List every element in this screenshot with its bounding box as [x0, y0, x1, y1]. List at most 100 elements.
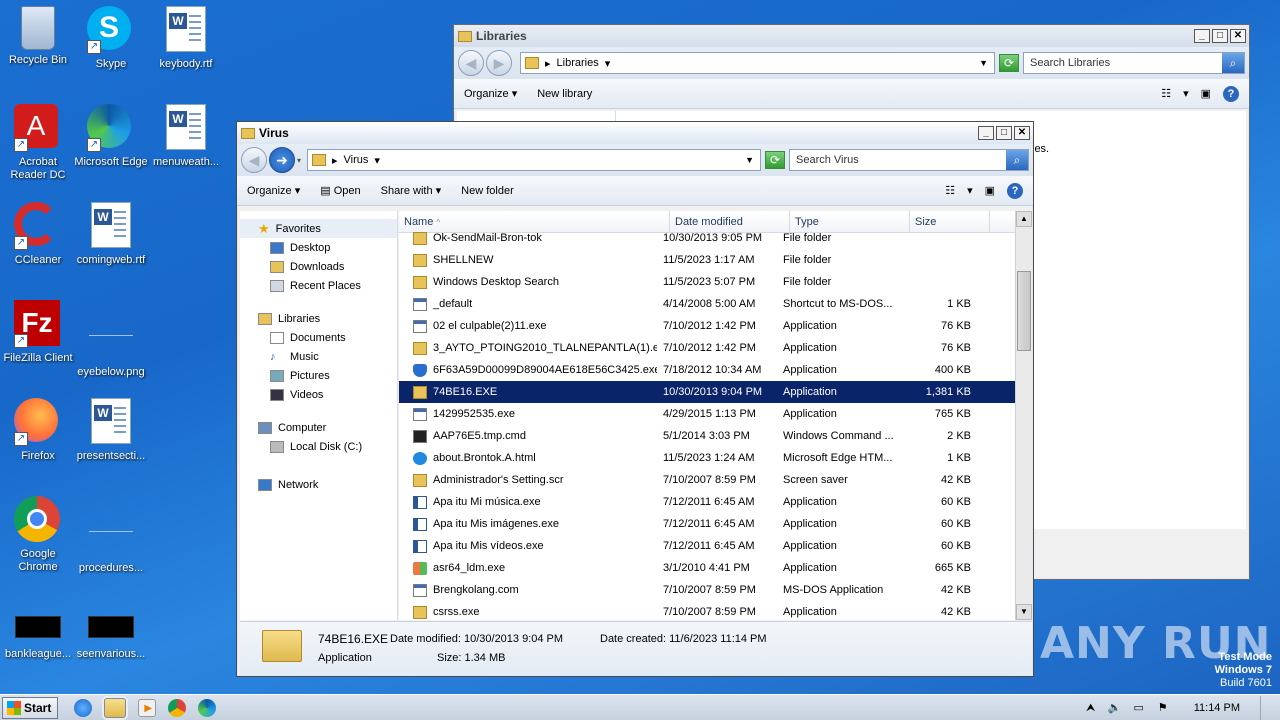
back-button[interactable]: ◀: [241, 147, 267, 173]
address-bar[interactable]: ▸ Libraries ▾ ▼: [520, 52, 995, 74]
close-button[interactable]: ✕: [1230, 29, 1246, 43]
file-row[interactable]: 6F63A59D00099D89004AE618E56C3425.exe 7/18…: [399, 359, 1015, 381]
file-row[interactable]: 02 el culpable(2)11.exe 7/10/2012 1:42 PM…: [399, 315, 1015, 337]
refresh-button[interactable]: ⟳: [765, 151, 785, 169]
scroll-thumb[interactable]: [1017, 271, 1031, 351]
keybody-rtf-shortcut[interactable]: W keybody.rtf: [148, 6, 224, 71]
nav-favorites[interactable]: ★ Favorites: [240, 219, 397, 238]
help-icon[interactable]: ?: [1007, 182, 1023, 199]
procedures-shortcut[interactable]: procedures...: [73, 496, 149, 575]
nav-downloads[interactable]: Downloads: [240, 257, 397, 276]
file-list[interactable]: Name ^ Date modified Type Size Ok-SendMa…: [399, 211, 1015, 620]
new-library-button[interactable]: New library: [537, 88, 592, 100]
nav-videos[interactable]: Videos: [240, 385, 397, 404]
scroll-down-icon[interactable]: ▼: [1016, 604, 1032, 620]
forward-button[interactable]: ➜: [269, 147, 295, 173]
view-options-icon[interactable]: ☷: [945, 184, 955, 197]
address-dropdown-icon[interactable]: ▼: [745, 155, 754, 165]
back-button[interactable]: ◀: [458, 50, 484, 76]
organize-button[interactable]: Organize ▾: [464, 87, 517, 100]
show-desktop-button[interactable]: [1260, 695, 1274, 720]
view-options-icon[interactable]: ☷: [1161, 87, 1171, 100]
nav-local-disk[interactable]: Local Disk (C:): [240, 437, 397, 456]
chevron-down-icon[interactable]: ▾: [967, 184, 973, 197]
nav-network[interactable]: Network: [240, 475, 397, 494]
file-row[interactable]: AAP76E5.tmp.cmd 5/1/2014 3:03 PM Windows C…: [399, 425, 1015, 447]
file-row[interactable]: Administrador's Setting.scr 7/10/2007 8:5…: [399, 469, 1015, 491]
file-row[interactable]: about.Brontok.A.html 11/5/2023 1:24 AM Mic…: [399, 447, 1015, 469]
share-with-button[interactable]: Share with ▾: [381, 184, 442, 197]
action-center-flag-icon[interactable]: ⚑: [1156, 701, 1170, 715]
nav-computer[interactable]: Computer: [240, 418, 397, 437]
network-icon[interactable]: ▭: [1132, 701, 1146, 715]
open-button[interactable]: ▤ Open: [320, 184, 360, 197]
file-row[interactable]: 3_AYTO_PTOING2010_TLALNEPANTLA(1).exe 7/1…: [399, 337, 1015, 359]
bankleague-shortcut[interactable]: bankleague...: [0, 604, 76, 661]
address-dropdown-icon[interactable]: ▼: [979, 58, 988, 68]
virus-window[interactable]: Virus _ □ ✕ ◀ ➜ ▾ ▸ Virus ▾ ▼ ⟳ Search V…: [236, 121, 1034, 677]
chrome-icon[interactable]: [168, 698, 187, 717]
help-icon[interactable]: ?: [1223, 85, 1239, 102]
chevron-down-icon[interactable]: ▾: [1183, 87, 1189, 100]
nav-recent-places[interactable]: Recent Places: [240, 276, 397, 295]
recent-pages-icon[interactable]: ▾: [297, 156, 301, 165]
file-row[interactable]: 1429952535.exe 4/29/2015 1:13 PM Applicati…: [399, 403, 1015, 425]
forward-button[interactable]: ▶: [486, 50, 512, 76]
firefox-shortcut[interactable]: ↗ Firefox: [0, 398, 76, 463]
file-row[interactable]: Ok-SendMail-Bron-tok 10/30/2013 9:05 PM Fi…: [399, 227, 1015, 249]
show-hidden-icons-icon[interactable]: ⮝: [1084, 701, 1098, 715]
menuweath-shortcut[interactable]: W menuweath...: [148, 104, 224, 169]
close-button[interactable]: ✕: [1014, 126, 1030, 140]
presentsecti-shortcut[interactable]: W presentsecti...: [73, 398, 149, 463]
vertical-scrollbar[interactable]: ▲ ▼: [1015, 211, 1032, 620]
maximize-button[interactable]: □: [996, 126, 1012, 140]
file-row[interactable]: asr64_ldm.exe 3/1/2010 4:41 PM Application…: [399, 557, 1015, 579]
file-row[interactable]: csrss.exe 7/10/2007 8:59 PM Application 42 …: [399, 601, 1015, 620]
nav-libraries[interactable]: Libraries: [240, 309, 397, 328]
internet-explorer-icon[interactable]: [74, 698, 93, 717]
minimize-button[interactable]: _: [1194, 29, 1210, 43]
comingweb-rtf-shortcut[interactable]: W comingweb.rtf: [73, 202, 149, 267]
preview-pane-icon[interactable]: ▣: [1201, 87, 1211, 100]
nav-documents[interactable]: Documents: [240, 328, 397, 347]
ccleaner-shortcut[interactable]: ↗ CCleaner: [0, 202, 76, 267]
eyebelow-png-shortcut[interactable]: eyebelow.png: [73, 300, 149, 379]
nav-music[interactable]: ♪ Music: [240, 347, 397, 366]
new-folder-button[interactable]: New folder: [461, 185, 514, 197]
acrobat-reader-shortcut[interactable]: A ↗ Acrobat Reader DC: [0, 104, 76, 182]
file-row[interactable]: Apa itu Mi música.exe 7/12/2011 6:45 AM Ap…: [399, 491, 1015, 513]
start-button[interactable]: Start: [2, 696, 59, 719]
virus-titlebar[interactable]: Virus _ □ ✕: [237, 122, 1033, 144]
edge-icon[interactable]: [198, 698, 217, 717]
nav-desktop[interactable]: Desktop: [240, 238, 397, 257]
libraries-titlebar[interactable]: Libraries _ □ ✕: [454, 25, 1249, 47]
file-row[interactable]: Windows Desktop Search 11/5/2023 5:07 PM F…: [399, 271, 1015, 293]
file-row[interactable]: Apa itu Mis vídeos.exe 7/12/2011 6:45 AM A…: [399, 535, 1015, 557]
search-icon[interactable]: ⌕: [1006, 150, 1028, 170]
scroll-up-icon[interactable]: ▲: [1016, 211, 1032, 227]
edge-shortcut[interactable]: ↗ Microsoft Edge: [73, 104, 149, 169]
recycle-bin-shortcut[interactable]: Recycle Bin: [0, 6, 76, 67]
minimize-button[interactable]: _: [978, 126, 994, 140]
search-input[interactable]: Search Virus ⌕: [789, 149, 1029, 171]
address-bar[interactable]: ▸ Virus ▾ ▼: [307, 149, 761, 171]
clock[interactable]: 11:14 PM: [1194, 702, 1240, 714]
skype-shortcut[interactable]: S ↗ Skype: [73, 6, 149, 71]
file-row[interactable]: 74BE16.EXE 10/30/2013 9:04 PM Application 1…: [399, 381, 1015, 403]
file-row[interactable]: Apa itu Mis imágenes.exe 7/12/2011 6:45 A…: [399, 513, 1015, 535]
preview-pane-icon[interactable]: ▣: [985, 184, 995, 197]
maximize-button[interactable]: □: [1212, 29, 1228, 43]
chrome-shortcut[interactable]: Google Chrome: [0, 496, 76, 574]
volume-icon[interactable]: 🔈: [1108, 701, 1122, 715]
media-player-icon[interactable]: ▶: [138, 698, 157, 717]
file-row[interactable]: SHELLNEW 11/5/2023 1:17 AM File folder: [399, 249, 1015, 271]
search-icon[interactable]: ⌕: [1222, 53, 1244, 73]
refresh-button[interactable]: ⟳: [999, 54, 1019, 72]
organize-button[interactable]: Organize ▾: [247, 184, 300, 197]
filezilla-shortcut[interactable]: Fz ↗ FileZilla Client: [0, 300, 76, 365]
search-input[interactable]: Search Libraries ⌕: [1023, 52, 1245, 74]
seenvarious-shortcut[interactable]: seenvarious...: [73, 604, 149, 661]
file-row[interactable]: _default 4/14/2008 5:00 AM Shortcut to MS-…: [399, 293, 1015, 315]
windows-explorer-icon[interactable]: [104, 697, 127, 718]
file-row[interactable]: Brengkolang.com 7/10/2007 8:59 PM MS-DOS A…: [399, 579, 1015, 601]
